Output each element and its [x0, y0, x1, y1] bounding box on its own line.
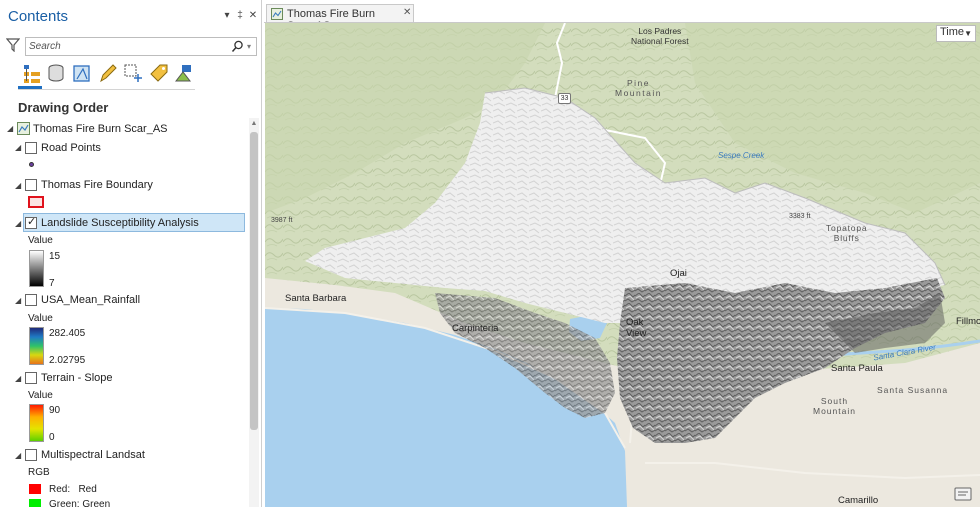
collapse-slope-chevron-icon[interactable]: ◢: [15, 374, 21, 383]
boundary-polygon-symbol: [28, 196, 44, 208]
landslide-gradient-ramp: [29, 250, 44, 287]
collapse-landsat-chevron-icon[interactable]: ◢: [15, 451, 21, 460]
map-canvas[interactable]: Los Padres National Forest Pine Mountain…: [265, 23, 980, 507]
slope-high-value: 90: [49, 405, 61, 416]
landslide-low-value: 7: [49, 278, 55, 289]
contents-pane: Contents ▾ ‡ ✕ ▾: [0, 0, 262, 507]
map-tab-icon: [271, 8, 283, 20]
rainfall-high-value: 282.405: [49, 328, 86, 339]
search-input[interactable]: [29, 39, 224, 54]
time-slider-button[interactable]: Time ▼: [936, 25, 976, 42]
collapse-map-chevron-icon[interactable]: ◢: [7, 124, 13, 133]
list-by-editing-icon[interactable]: [97, 62, 119, 84]
ojai-label: Ojai: [670, 268, 687, 279]
santa-susanna-label: Santa Susanna: [877, 385, 949, 395]
search-box: ▾: [25, 37, 257, 56]
list-by-selection-icon[interactable]: [71, 62, 93, 84]
list-by-drawing-order-icon[interactable]: [21, 62, 43, 84]
rainfall-checkbox[interactable]: [25, 294, 37, 306]
collapse-landslide-chevron-icon[interactable]: ◢: [15, 219, 21, 228]
chevron-down-icon: ▼: [964, 29, 972, 38]
slope-legend-title: Value: [28, 390, 53, 401]
thomas-fire-boundary-label[interactable]: Thomas Fire Boundary: [41, 179, 153, 191]
green-band-label: Green: Green: [49, 499, 111, 507]
collapse-rainfall-chevron-icon[interactable]: ◢: [15, 296, 21, 305]
pane-title: Contents: [8, 8, 69, 25]
red-band-label: Red: Red: [49, 484, 97, 495]
contents-header: Contents ▾ ‡ ✕: [0, 0, 262, 32]
list-by-labeling-icon[interactable]: [148, 62, 170, 84]
time-button-label: Time: [940, 26, 965, 38]
close-pane-button[interactable]: ✕: [247, 10, 259, 21]
map-node-label[interactable]: Thomas Fire Burn Scar_AS: [33, 123, 168, 135]
list-by-perspective-imagery-icon[interactable]: [173, 62, 195, 84]
road-point-symbol: [29, 162, 34, 167]
los-padres-label: Los Padres National Forest: [631, 26, 689, 46]
red-band-swatch: [29, 484, 41, 494]
elevation-3987-label: 3987 ft: [271, 217, 293, 224]
collapse-thomas-fire-boundary-chevron-icon[interactable]: ◢: [15, 181, 21, 190]
drawing-order-title: Drawing Order: [18, 100, 109, 115]
map-icon: [17, 122, 30, 135]
rainfall-legend-title: Value: [28, 313, 53, 324]
camarillo-label: Camarillo: [838, 495, 879, 506]
landsat-label[interactable]: Multispectral Landsat: [41, 449, 145, 461]
rainfall-low-value: 2.02795: [49, 355, 86, 366]
carpinteria-label: Carpinteria: [452, 323, 499, 334]
route-33-shield: 33: [558, 93, 571, 104]
slope-low-value: 0: [49, 432, 55, 443]
search-icon[interactable]: [231, 40, 244, 53]
slope-gradient-ramp: [29, 404, 44, 442]
slope-label[interactable]: Terrain - Slope: [41, 372, 113, 384]
slope-checkbox[interactable]: [25, 372, 37, 384]
rainfall-gradient-ramp: [29, 327, 44, 365]
scroll-up-arrow-icon[interactable]: ▲: [249, 120, 259, 127]
santa-paula-label: Santa Paula: [831, 363, 883, 374]
toolbar-divider: [18, 89, 195, 90]
santa-barbara-label: Santa Barbara: [285, 293, 347, 304]
south-mountain-label: South Mountain: [813, 396, 856, 416]
landslide-legend-title: Value: [28, 235, 53, 246]
list-by-snapping-icon[interactable]: [122, 62, 144, 84]
pane-menu-button[interactable]: ▾: [221, 10, 233, 21]
sespe-creek-label: Sespe Creek: [718, 151, 765, 160]
search-options-chevron-icon[interactable]: ▾: [247, 42, 251, 51]
oak-view-label: Oak View: [626, 317, 647, 339]
contents-scroll-thumb[interactable]: [250, 132, 258, 430]
elevation-3383-label: 3383 ft: [789, 213, 811, 220]
road-points-label[interactable]: Road Points: [41, 142, 101, 154]
road-points-checkbox[interactable]: [25, 142, 37, 154]
green-band-swatch: [29, 499, 41, 507]
landsat-checkbox[interactable]: [25, 449, 37, 461]
list-by-source-icon[interactable]: [45, 62, 67, 84]
filter-icon[interactable]: [6, 38, 20, 52]
landslide-label[interactable]: Landslide Susceptibility Analysis: [41, 217, 199, 229]
landslide-high-value: 15: [49, 251, 61, 262]
landsat-legend-title: RGB: [28, 467, 50, 478]
landslide-checkbox[interactable]: [25, 215, 37, 229]
notification-icon[interactable]: [953, 485, 973, 503]
topatopa-label: Topatopa Bluffs: [826, 223, 868, 243]
rainfall-label[interactable]: USA_Mean_Rainfall: [41, 294, 140, 306]
pin-icon[interactable]: ‡: [234, 10, 246, 21]
collapse-road-points-chevron-icon[interactable]: ◢: [15, 143, 21, 152]
fillmore-label: Fillmo: [956, 316, 980, 327]
map-tab[interactable]: Thomas Fire Burn Scar_AS ✕: [266, 4, 414, 32]
close-tab-icon[interactable]: ✕: [403, 7, 411, 18]
thomas-fire-boundary-checkbox[interactable]: [25, 179, 37, 191]
pine-mountain-label: Pine Mountain: [615, 78, 662, 98]
